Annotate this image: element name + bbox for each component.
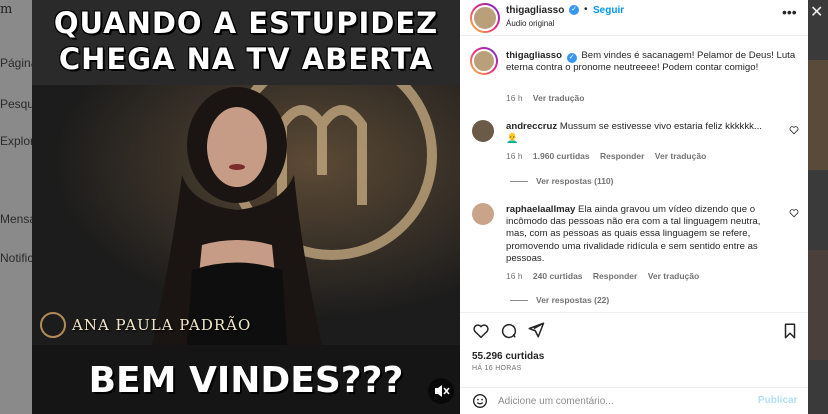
avatar[interactable] xyxy=(470,3,500,33)
caption-text: thigagliasso ✓ Bem vindes é sacanagem! P… xyxy=(506,50,798,74)
comment-likes[interactable]: 240 curtidas xyxy=(533,271,583,281)
caption-time: 16 h xyxy=(506,93,523,103)
verified-icon: ✓ xyxy=(569,5,579,15)
verified-icon: ✓ xyxy=(566,53,577,63)
heart-icon[interactable] xyxy=(789,125,799,135)
video-frame-illustration xyxy=(32,85,460,345)
audio-label[interactable]: Áudio original xyxy=(506,19,554,28)
close-icon[interactable]: ✕ xyxy=(810,2,823,22)
post-date: HÁ 16 HORAS xyxy=(472,365,522,372)
background-sidebar: m Página inicial Pesquisa Explorar Mensa… xyxy=(0,0,32,414)
add-comment-bar: Publicar xyxy=(460,387,808,413)
save-bookmark-icon[interactable] xyxy=(781,322,799,340)
comment-input[interactable] xyxy=(498,393,738,409)
caption-username[interactable]: thigagliasso xyxy=(506,50,562,61)
post-video[interactable]: QUANDO A ESTUPIDEZ CHEGA NA TV ABERTA AN… xyxy=(32,0,460,414)
comment-body: Mussum se estivesse vivo estaria feliz k… xyxy=(559,121,762,132)
caption-translate-link[interactable]: Ver tradução xyxy=(533,93,585,103)
separator-dot: • xyxy=(584,4,588,15)
speaker-muted-icon xyxy=(435,385,450,397)
video-headline-line1: QUANDO A ESTUPIDEZ xyxy=(53,6,439,40)
caption-avatar[interactable] xyxy=(470,47,498,75)
follow-button[interactable]: Seguir xyxy=(593,5,624,16)
nav-item-explore: Explorar xyxy=(0,134,32,148)
header-username[interactable]: thigagliasso xyxy=(506,5,564,16)
background-right: ✕ xyxy=(808,0,828,414)
background-thumbnail xyxy=(808,60,828,170)
comment-text: andreccruz Mussum se estivesse vivo esta… xyxy=(506,121,776,133)
nav-item-notifications: Notificações xyxy=(0,251,32,265)
comment-emoji: 👨‍🦲 xyxy=(506,133,519,144)
nav-item-search: Pesquisa xyxy=(0,97,32,111)
post-header: thigagliasso ✓ • Seguir Áudio original •… xyxy=(460,0,808,36)
comment-likes[interactable]: 1.960 curtidas xyxy=(533,151,590,161)
share-send-icon[interactable] xyxy=(527,321,545,339)
like-heart-icon[interactable] xyxy=(472,322,490,340)
comment-time: 16 h xyxy=(506,151,523,161)
emoji-icon[interactable] xyxy=(472,393,488,409)
comment-reply-button[interactable]: Responder xyxy=(600,151,644,161)
post-details-panel: thigagliasso ✓ • Seguir Áudio original •… xyxy=(460,0,808,414)
post-actions: 55.296 curtidas HÁ 16 HORAS Publicar xyxy=(460,312,808,412)
comment-meta: 16 h 240 curtidas Responder Ver tradução xyxy=(506,271,707,281)
mute-button[interactable] xyxy=(428,378,454,404)
video-bottom-text: BEM VINDES??? xyxy=(88,360,404,401)
comment-username[interactable]: raphaelaallmay xyxy=(506,204,575,215)
heart-icon[interactable] xyxy=(789,208,799,218)
nav-item-home: Página inicial xyxy=(0,56,32,70)
more-options-icon[interactable]: ••• xyxy=(782,4,797,20)
comment-bubble-icon[interactable] xyxy=(500,322,518,340)
publish-button[interactable]: Publicar xyxy=(758,395,797,406)
comment-avatar[interactable] xyxy=(472,203,494,225)
comment-username[interactable]: andreccruz xyxy=(506,121,557,132)
comment-translate-link[interactable]: Ver tradução xyxy=(655,151,707,161)
video-headline-line2: CHEGA NA TV ABERTA xyxy=(58,42,434,76)
masterchef-badge xyxy=(40,312,66,338)
comment-text: raphaelaallmay Ela ainda gravou um vídeo… xyxy=(506,204,782,265)
background-thumbnail xyxy=(808,250,828,360)
caption-meta: 16 h Ver tradução xyxy=(506,93,592,103)
nav-item-messages: Mensagens xyxy=(0,212,32,226)
comment-avatar[interactable] xyxy=(472,120,494,142)
view-replies-button[interactable]: Ver respostas (110) xyxy=(510,176,614,186)
view-replies-button[interactable]: Ver respostas (22) xyxy=(510,295,609,305)
comment-time: 16 h xyxy=(506,271,523,281)
likes-count[interactable]: 55.296 curtidas xyxy=(472,351,544,362)
video-name-plate: ANA PAULA PADRÃO xyxy=(72,316,252,334)
comment-meta: 16 h 1.960 curtidas Responder Ver traduç… xyxy=(506,151,714,161)
instagram-logo: m xyxy=(0,2,13,17)
comment-reply-button[interactable]: Responder xyxy=(593,271,637,281)
comment-translate-link[interactable]: Ver tradução xyxy=(648,271,700,281)
video-scene xyxy=(32,85,460,345)
